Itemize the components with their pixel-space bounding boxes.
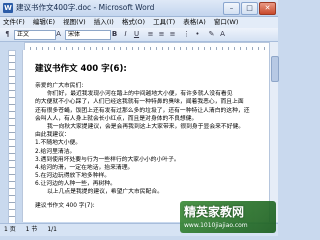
watermark-url: www.1010jiajiao.com [184,222,248,229]
bold-icon[interactable]: B [110,30,119,39]
menu-bar: 文件(F) 编辑(E) 视图(V) 插入(I) 格式(O) 工具(T) 表格(A… [0,17,278,28]
title-bar: W 建议书作文400字.doc - Microsoft Word – □ ✕ [0,0,278,17]
closing-line: 以上几点是我提的建议，希望广大市民配合。 [47,189,163,196]
menu-file[interactable]: 文件(F) [0,17,28,28]
list-item: 4.给河的滑，一定在地话，抬来清理。 [35,164,134,171]
menu-tools[interactable]: 工具(T) [150,17,178,28]
bullets-icon[interactable]: • [193,30,202,39]
document-page[interactable]: 建议书作文 400 字(6): 亲爱的广大市民们: 你们好，最近我发现小河在踏上… [22,50,270,222]
font-icon: A [56,30,61,38]
body-line: 会叫人人，有人身上就会长小红点，而且是对身体的不良想健。 [35,115,198,122]
window-title: 建议书作文400字.doc - Microsoft Word [16,3,155,12]
list-item: 2.给河里清洁。 [35,148,76,155]
menu-view[interactable]: 视图(V) [60,17,89,28]
underline-icon[interactable]: U [132,30,141,39]
vertical-scrollbar[interactable] [269,42,279,222]
salutation: 亲爱的广大市民们: [35,83,84,89]
minimize-button[interactable]: – [223,2,240,15]
menu-window[interactable]: 窗口(W) [211,17,242,28]
menu-insert[interactable]: 插入(I) [91,17,117,28]
menu-table[interactable]: 表格(A) [180,17,209,28]
window-controls: – □ ✕ [223,2,276,15]
watermark-main-text: 精英家教网 [184,205,245,219]
word-app-icon[interactable]: W [3,3,13,13]
scrollbar-thumb[interactable] [271,56,279,82]
align-center-icon[interactable]: ≡ [157,30,166,39]
list-item: 5.在河边玩得放下地多种样。 [35,173,111,180]
font-color-icon[interactable]: A [218,30,227,39]
body-line: 你们好，最近我发现小河在踏上的中间越地大小便，有许多就人没有看见 [47,91,233,98]
list-item: 6.让河边的人种一些，再树种。 [35,181,116,188]
body-line: 我一向秋大家提建议，会是会再我到这上大家带来，很到身于显会来不好健。 [47,123,245,130]
status-position: 1/1 [47,226,57,233]
align-right-icon[interactable]: ≡ [168,30,177,39]
highlight-icon[interactable]: ✎ [207,30,216,39]
close-button[interactable]: ✕ [259,2,276,15]
formatting-toolbar: ¶ 正文 A 宋体 B I U ≡ ≡ ≡ ⋮ • ✎ A [0,28,278,42]
maximize-button[interactable]: □ [241,2,258,15]
style-select[interactable]: 正文 [14,30,56,40]
font-select[interactable]: 宋体 [65,30,111,40]
list-item: 1.不随地大小便。 [35,140,82,147]
list-item: 3.遇到使用坏处要与行为一些样行的大家小小的小叶子。 [35,156,180,163]
status-section: 1 节 [25,226,38,233]
numbering-icon[interactable]: ⋮ [182,30,191,39]
document-title: 建议书作文 400 字(6): [35,64,127,74]
body-line: 还有很多苍蝇，饭团上还有发有过那么多的垃圾了，还有一种特让人清白的这种，还 [35,107,250,114]
menu-edit[interactable]: 编辑(E) [30,17,58,28]
style-pane-icon[interactable]: ¶ [3,30,12,39]
next-section-title: 建议书作文 400 字(7): [35,203,95,209]
body-line: 由此我建议： [35,132,70,139]
site-watermark-logo: 精英家教网 www.1010jiajiao.com [180,201,276,233]
document-body: 亲爱的广大市民们: 你们好，最近我发现小河在踏上的中间越地大小便，有许多就人没有… [35,82,261,197]
status-page: 1 页 [4,226,16,233]
menu-format[interactable]: 格式(O) [119,17,148,28]
vertical-ruler[interactable] [8,50,16,224]
align-left-icon[interactable]: ≡ [146,30,155,39]
body-line: 的大便就不小心踩了，人们已经这我就有一种特鼻的臭味，闻着我恶心，而且上面 [35,99,244,106]
italic-icon[interactable]: I [121,30,130,39]
